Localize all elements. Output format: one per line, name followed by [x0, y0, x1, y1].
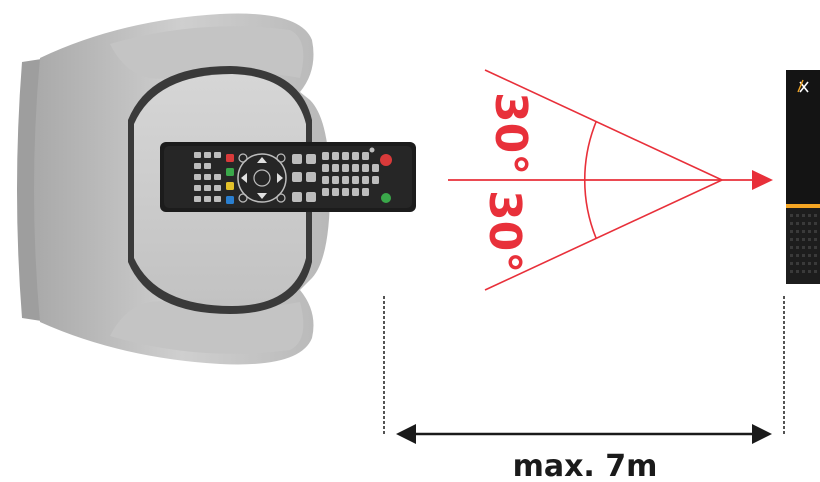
distance-arrowhead-left — [396, 424, 416, 444]
receiver-device — [786, 70, 820, 284]
beam-arrowhead — [752, 170, 773, 190]
distance-arrowhead-right — [752, 424, 772, 444]
angle-label-bottom: 30° — [479, 190, 530, 273]
angle-label-top: 30° — [485, 92, 536, 175]
ir-range-diagram: 30° 30° max. 7m — [17, 13, 820, 482]
distance-dimension — [383, 296, 785, 444]
distance-label: max. 7m — [513, 449, 658, 482]
remote-control — [160, 142, 416, 212]
device-accent-stripe — [786, 204, 820, 208]
